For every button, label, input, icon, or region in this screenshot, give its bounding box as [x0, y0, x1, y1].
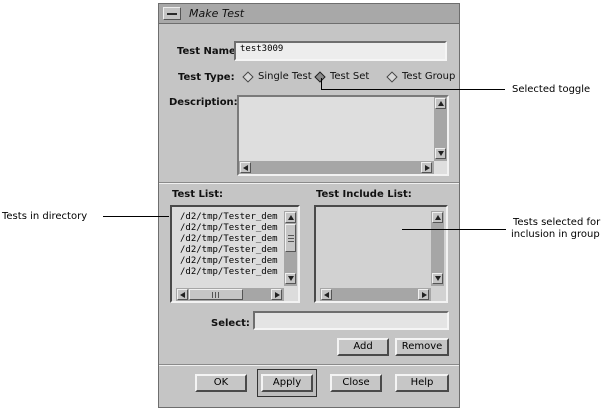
add-button[interactable]: Add — [337, 338, 389, 356]
window-menu-icon[interactable] — [163, 7, 181, 20]
window-title: Make Test — [189, 7, 245, 20]
arrow-down-icon[interactable] — [285, 273, 296, 284]
arrow-up-icon[interactable] — [435, 98, 446, 109]
select-label: Select: — [211, 318, 250, 329]
callout-tests-selected-line1: Tests selected for — [513, 217, 601, 228]
description-hscroll[interactable] — [239, 161, 434, 174]
title-bar[interactable]: Make Test — [159, 4, 459, 24]
list-item[interactable]: /d2/tmp/Tester_dem — [180, 234, 284, 245]
toggle-label-test-group: Test Group — [402, 71, 456, 82]
description-vscroll[interactable] — [434, 97, 447, 161]
callout-selected-toggle: Selected toggle — [512, 84, 591, 95]
arrow-down-icon[interactable] — [435, 148, 446, 159]
list-item[interactable]: /d2/tmp/Tester_dem — [180, 212, 284, 223]
callout-line-tests-selected — [402, 229, 506, 230]
include-list[interactable] — [314, 205, 448, 303]
list-item[interactable]: /d2/tmp/Tester_dem — [180, 267, 284, 278]
toggle-single-test[interactable]: Single Test — [242, 70, 312, 84]
button-divider — [159, 364, 459, 366]
grip-line — [215, 292, 216, 298]
grip-line — [218, 292, 219, 298]
arrow-right-icon[interactable] — [271, 289, 282, 300]
test-list-hscroll[interactable] — [176, 288, 284, 301]
grip-line — [288, 235, 294, 236]
test-name-value: test3009 — [240, 44, 284, 54]
toggle-test-group[interactable]: Test Group — [386, 70, 458, 84]
callout-line-selected-toggle-h — [321, 89, 505, 90]
description-area[interactable] — [237, 95, 449, 176]
include-list-label: Test Include List: — [316, 189, 412, 200]
list-item[interactable]: /d2/tmp/Tester_dem — [180, 223, 284, 234]
callout-line-tests-in-directory — [103, 216, 169, 217]
grip-line — [288, 241, 294, 242]
diamond-toggle-icon — [386, 71, 398, 83]
toggle-test-set[interactable]: Test Set — [314, 70, 376, 84]
callout-tests-selected-line2: inclusion in group — [511, 229, 600, 240]
arrow-left-icon[interactable] — [177, 289, 188, 300]
toggle-label-test-set: Test Set — [330, 71, 370, 82]
diamond-toggle-icon — [242, 71, 254, 83]
arrow-right-icon[interactable] — [421, 162, 432, 173]
make-test-window: Make Test Test Name: test3009 Test Type:… — [158, 3, 460, 408]
ok-button[interactable]: OK — [195, 374, 247, 392]
test-list-items: /d2/tmp/Tester_dem /d2/tmp/Tester_dem /d… — [180, 212, 288, 286]
test-list-vscroll[interactable] — [284, 211, 297, 286]
diamond-toggle-icon — [314, 71, 326, 83]
arrow-left-icon[interactable] — [321, 289, 332, 300]
section-divider — [159, 182, 459, 184]
scroll-thumb[interactable] — [285, 224, 296, 252]
list-item[interactable]: /d2/tmp/Tester_dem — [180, 245, 284, 256]
arrow-right-icon[interactable] — [418, 289, 429, 300]
include-list-vscroll[interactable] — [431, 211, 444, 286]
test-list[interactable]: /d2/tmp/Tester_dem /d2/tmp/Tester_dem /d… — [170, 205, 300, 303]
test-list-label: Test List: — [172, 189, 224, 200]
apply-button[interactable]: Apply — [261, 374, 313, 392]
description-label: Description: — [169, 97, 238, 108]
default-button-frame: Apply — [257, 369, 317, 397]
include-list-hscroll[interactable] — [320, 288, 431, 301]
callout-tests-in-directory: Tests in directory — [2, 211, 88, 222]
scroll-thumb[interactable] — [189, 289, 243, 300]
test-name-label: Test Name: — [177, 46, 240, 57]
close-button[interactable]: Close — [330, 374, 382, 392]
grip-line — [288, 238, 294, 239]
arrow-up-icon[interactable] — [285, 212, 296, 223]
arrow-up-icon[interactable] — [432, 212, 443, 223]
arrow-down-icon[interactable] — [432, 273, 443, 284]
toggle-label-single-test: Single Test — [258, 71, 312, 82]
test-type-label: Test Type: — [178, 72, 235, 83]
remove-button[interactable]: Remove — [395, 338, 449, 356]
select-field[interactable] — [253, 311, 449, 330]
test-name-field[interactable]: test3009 — [234, 41, 447, 61]
list-item[interactable]: /d2/tmp/Tester_dem — [180, 256, 284, 267]
help-button[interactable]: Help — [395, 374, 449, 392]
arrow-left-icon[interactable] — [240, 162, 251, 173]
grip-line — [212, 292, 213, 298]
